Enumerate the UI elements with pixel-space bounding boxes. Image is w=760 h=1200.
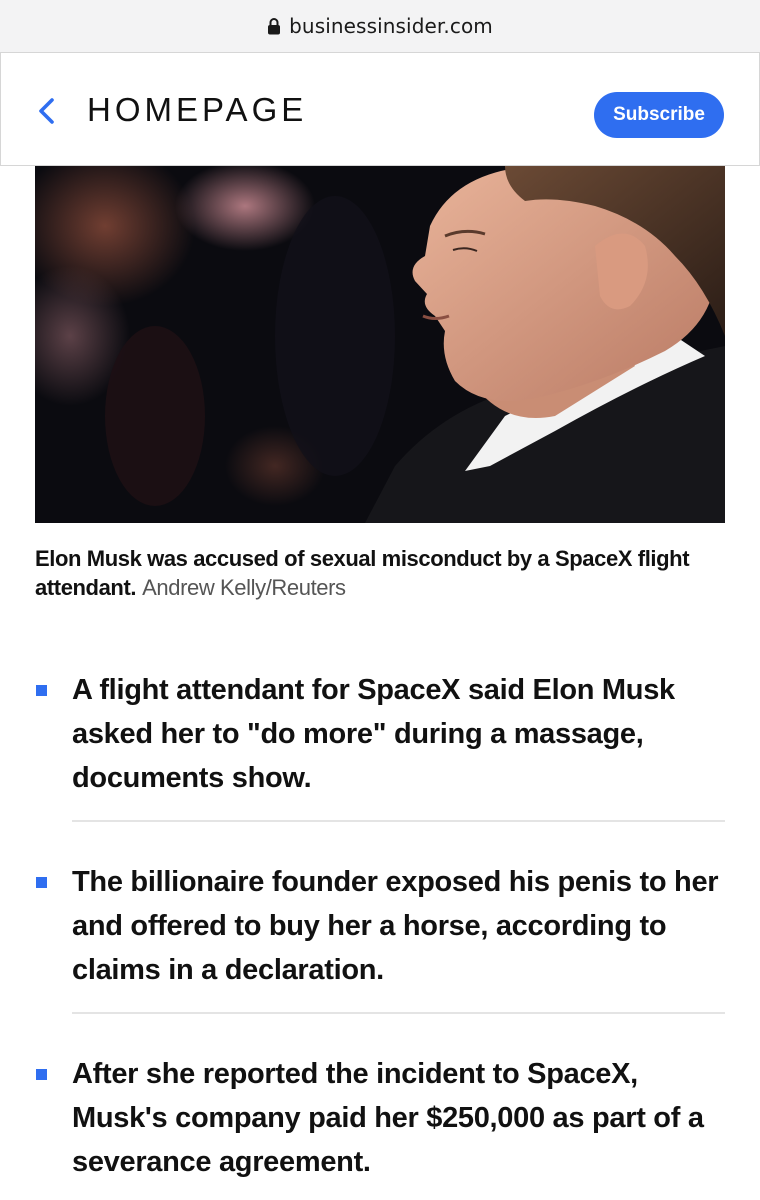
list-item: The billionaire founder exposed his peni…	[35, 860, 725, 992]
url-text: businessinsider.com	[289, 14, 493, 38]
bullet-text: A flight attendant for SpaceX said Elon …	[72, 674, 675, 794]
homepage-link[interactable]: HOMEPAGE	[87, 91, 307, 129]
divider	[72, 1012, 725, 1014]
browser-url-bar[interactable]: businessinsider.com	[0, 0, 760, 52]
bullet-square-icon	[36, 685, 47, 696]
photo-credit: Andrew Kelly/Reuters	[142, 575, 346, 600]
site-header: HOMEPAGE Subscribe	[0, 52, 760, 166]
bullet-square-icon	[36, 1069, 47, 1080]
subscribe-button[interactable]: Subscribe	[594, 92, 724, 138]
bullet-text: The billionaire founder exposed his peni…	[72, 866, 719, 986]
bullet-square-icon	[36, 877, 47, 888]
list-item: A flight attendant for SpaceX said Elon …	[35, 668, 725, 800]
divider	[72, 820, 725, 822]
image-caption: Elon Musk was accused of sexual miscondu…	[35, 544, 725, 602]
caption-text: Elon Musk was accused of sexual miscondu…	[35, 546, 690, 600]
key-points-list: A flight attendant for SpaceX said Elon …	[35, 668, 725, 1184]
chevron-left-icon[interactable]	[35, 96, 61, 126]
lock-icon	[267, 17, 281, 35]
list-item: After she reported the incident to Space…	[35, 1052, 725, 1184]
bullet-text: After she reported the incident to Space…	[72, 1058, 704, 1178]
hero-image	[35, 166, 725, 523]
